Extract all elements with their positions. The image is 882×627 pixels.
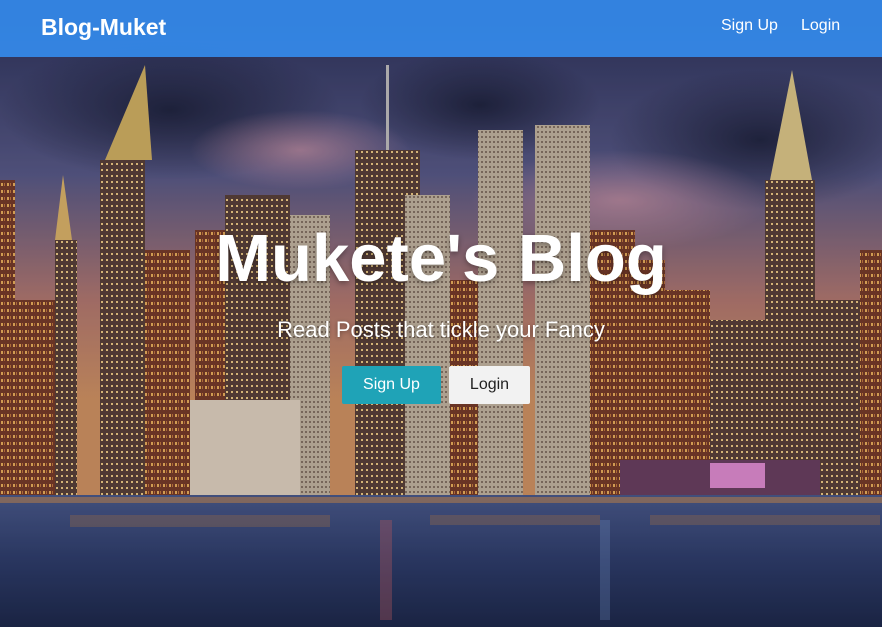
navbar: Blog-Muket Sign Up Login — [0, 0, 882, 57]
nav-login-link[interactable]: Login — [801, 17, 840, 35]
signup-button[interactable]: Sign Up — [342, 366, 441, 404]
hero-subtitle: Read Posts that tickle your Fancy — [277, 317, 605, 342]
hero-background-image — [0, 0, 882, 627]
login-button[interactable]: Login — [449, 366, 530, 404]
brand-link[interactable]: Blog-Muket — [41, 14, 166, 41]
nav-signup-link[interactable]: Sign Up — [721, 17, 778, 35]
hero-title: Mukete's Blog — [215, 221, 667, 296]
